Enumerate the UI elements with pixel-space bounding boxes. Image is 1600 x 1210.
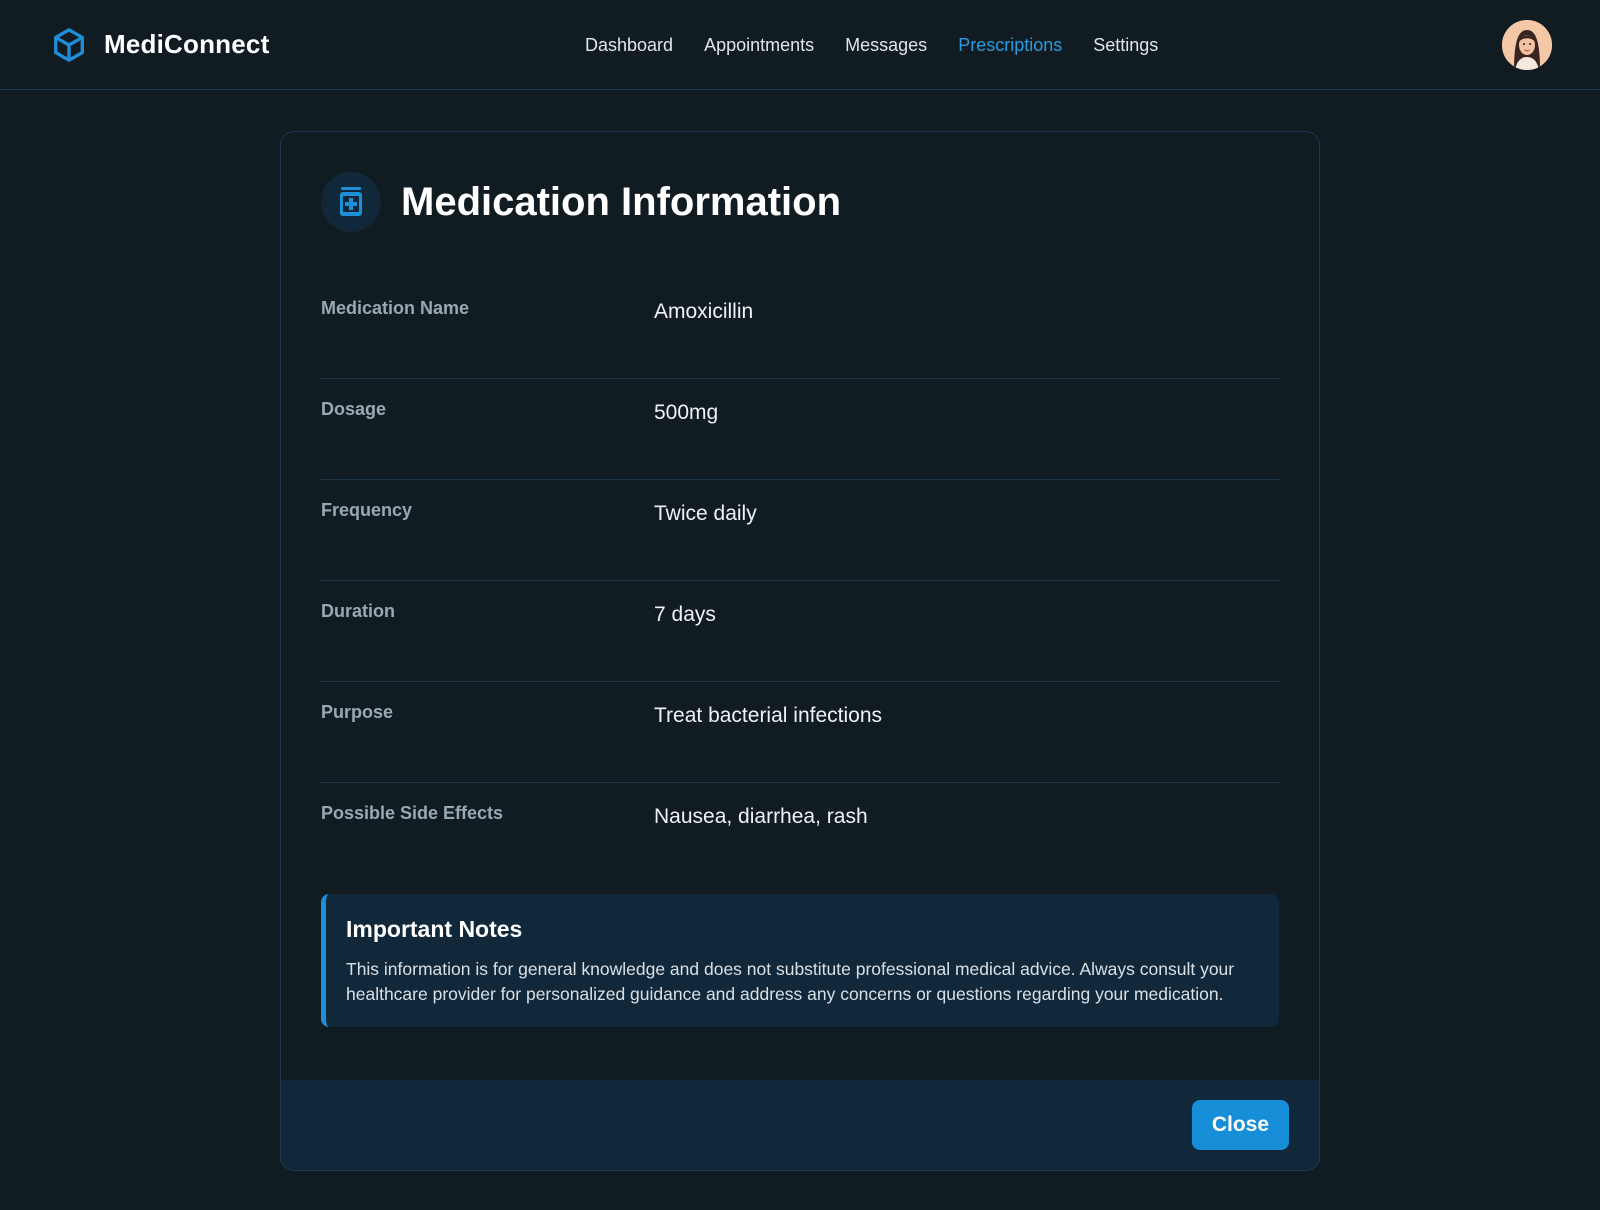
- top-navbar: MediConnect Dashboard Appointments Messa…: [0, 0, 1600, 90]
- app-name: MediConnect: [104, 29, 270, 59]
- nav-prescriptions[interactable]: Prescriptions: [958, 35, 1062, 56]
- brand[interactable]: MediConnect: [50, 26, 269, 64]
- field-label: Purpose: [321, 702, 394, 722]
- field-label: Possible Side Effects: [321, 803, 504, 823]
- field-value: Amoxicillin: [654, 300, 754, 323]
- close-button[interactable]: Close: [1191, 1100, 1289, 1150]
- field-row-medication-name: Medication Name Amoxicillin: [321, 278, 1279, 379]
- field-value: Treat bacterial infections: [654, 704, 882, 727]
- modal-title: Medication Information: [401, 179, 841, 224]
- field-row-dosage: Dosage 500mg: [321, 379, 1279, 480]
- nav-settings[interactable]: Settings: [1093, 35, 1158, 56]
- field-label: Dosage: [321, 399, 387, 419]
- medication-info-modal: Medication Information Medication Name A…: [280, 131, 1320, 1171]
- modal-footer: Close: [281, 1080, 1319, 1170]
- field-value: 7 days: [654, 603, 716, 626]
- field-row-purpose: Purpose Treat bacterial infections: [321, 682, 1279, 783]
- user-avatar[interactable]: [1502, 20, 1552, 70]
- modal-header: Medication Information: [321, 172, 1279, 232]
- field-row-frequency: Frequency Twice daily: [321, 480, 1279, 581]
- nav-dashboard[interactable]: Dashboard: [585, 35, 673, 56]
- field-label: Frequency: [321, 500, 413, 520]
- notes-text: This information is for general knowledg…: [346, 959, 1235, 1004]
- cube-icon: [54, 27, 84, 62]
- field-row-duration: Duration 7 days: [321, 581, 1279, 682]
- main-nav: Dashboard Appointments Messages Prescrip…: [585, 0, 1158, 90]
- field-value: 500mg: [654, 401, 719, 424]
- field-value: Twice daily: [654, 502, 757, 525]
- field-value: Nausea, diarrhea, rash: [654, 805, 868, 828]
- nav-appointments[interactable]: Appointments: [704, 35, 814, 56]
- field-row-side-effects: Possible Side Effects Nausea, diarrhea, …: [321, 783, 1279, 884]
- important-notes-callout: Important Notes This information is for …: [321, 894, 1279, 1027]
- field-label: Medication Name: [321, 298, 470, 318]
- avatar-image: [1502, 20, 1552, 70]
- medicine-bottle-icon: [321, 172, 381, 232]
- notes-title: Important Notes: [346, 916, 523, 942]
- nav-messages[interactable]: Messages: [845, 35, 927, 56]
- field-label: Duration: [321, 601, 395, 621]
